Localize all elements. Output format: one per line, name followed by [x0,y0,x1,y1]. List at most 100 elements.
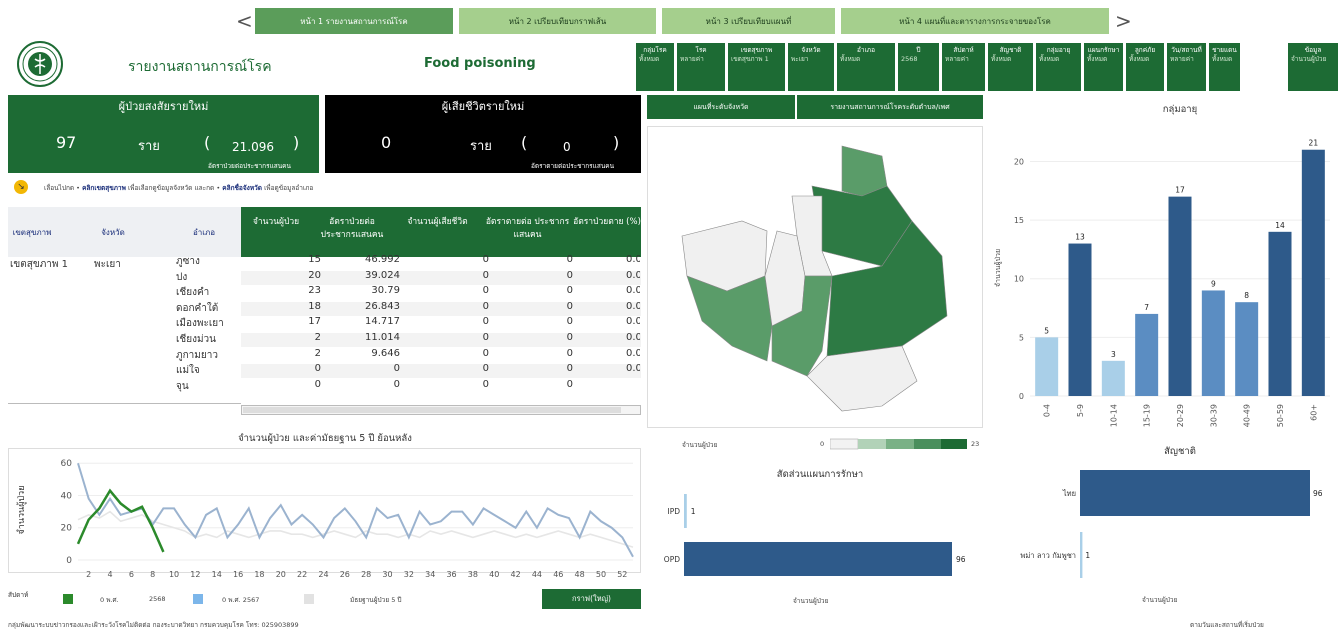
district-phukamyao[interactable] [764,230,806,327]
kpi-new-cases: ผู้ป่วยสงสัยรายใหม่ 97 ราย ( 21.096 ) อั… [8,95,319,173]
filter-7[interactable]: สัญชาติ ทั้งหมด [987,42,1034,92]
col-province[interactable]: จังหวัด [88,226,138,239]
province-map[interactable] [647,126,983,428]
cell-deaths: 0 [482,378,489,390]
filter-3[interactable]: จังหวัด พะเยา [787,42,835,92]
province-map-button[interactable]: แผนที่ระดับจังหวัด [647,95,795,119]
col-header-4[interactable]: อัตราป่วยตาย (%) [572,216,642,246]
filter-value: พะเยา [791,55,809,63]
subdistrict-report-button[interactable]: รายงานสถานการณ์โรคระดับตำบล/เพศ [797,95,983,119]
kpi-cases-open: ( [204,133,211,152]
cell-province[interactable]: พะเยา [94,257,121,272]
cell-deaths: 0 [482,332,489,343]
filter-9[interactable]: แผนกรักษา ทั้งหมด [1083,42,1124,92]
col-district[interactable]: อำเภอ [174,226,234,239]
filter-11[interactable]: วัน/สถานที่ หลายค่า [1166,42,1207,92]
col-header-1[interactable]: อัตราป่วยต่อ ประชากรแสนคน [312,216,392,246]
prev-page-button[interactable]: < [236,8,253,34]
district-name[interactable]: เชียงคำ [176,285,209,300]
hint-b: คลิกเขตสุขภาพ [82,184,126,192]
district-name[interactable]: ภูซาง [176,254,200,269]
table-scrollbar[interactable] [241,405,641,415]
district-name[interactable]: ปง [176,270,187,285]
cell-rate: 9.646 [371,347,400,359]
x-tick: 16 [233,570,243,579]
filter-5[interactable]: ปี 2568 [897,42,940,92]
legend-s1v: 2568 [149,595,166,603]
dashboard: < หน้า 1 รายงานสถานการณ์โรค หน้า 2 เปรีย… [0,0,1341,631]
filter-10[interactable]: ลูกค่ภัย ทั้งหมด [1125,42,1165,92]
y-tick: 15 [1014,216,1024,225]
filter-label: จังหวัด [801,46,821,54]
tab-page-4[interactable]: หน้า 4 แผนที่และตารางการกระจายของโรค [841,8,1109,34]
filter-label: สัปดาห์ [953,46,974,54]
district-name[interactable]: แม่ใจ [176,363,200,378]
kpi-cases-title: ผู้ป่วยสงสัยรายใหม่ [118,100,209,113]
filter-1[interactable]: โรค หลายค่า [676,42,726,92]
age-bar [1068,243,1092,396]
tab-page-2[interactable]: หน้า 2 เปรียบเทียบกราฟเส้น [459,8,656,34]
nationality-bar [1080,532,1083,578]
treatment-chart: IPD 1 OPD 96 [664,494,966,576]
series-line-2 [77,510,634,548]
nationality-xlabel: จำนวนผู้ป่วย [1142,596,1178,604]
x-tick: 32 [404,570,414,579]
district-name[interactable]: เชียงม่วน [176,332,216,347]
scrollbar-thumb[interactable] [243,407,621,413]
age-bar [1235,302,1259,396]
cell-cfr: 0.0 [626,347,640,359]
x-tick: 4 [107,570,112,579]
next-page-button[interactable]: > [1115,8,1132,34]
x-tick: 30-39 [1209,404,1218,427]
map-legend-scale [830,438,967,450]
cell-region[interactable]: เขตสุขภาพ 1 [10,257,68,272]
filter-2[interactable]: เขตสุขภาพ เขตสุขภาพ 1 [727,42,786,92]
treatment-xlabel: จำนวนผู้ป่วย [793,597,829,605]
cell-rate: 30.79 [371,285,400,297]
district-name[interactable]: ภูกามยาว [176,348,218,363]
kpi-cases-rate: 21.096 [232,140,274,154]
age-bar [1168,196,1192,396]
col-header-0[interactable]: จำนวนผู้ป่วย [241,216,311,246]
kpi-deaths-title: ผู้เสียชีวิตรายใหม่ [441,100,525,113]
district-chiangmuan[interactable] [806,345,918,412]
filter-12[interactable]: ชายแดน ทั้งหมด [1208,42,1241,92]
big-chart-button[interactable]: กราฟ(ใหญ่) [542,589,641,609]
col-header-2[interactable]: จำนวนผู้เสียชีวิต [395,216,480,246]
map-legend-min: 0 [820,440,825,448]
cell-deaths: 0 [482,347,489,359]
filter-13[interactable]: ข้อมูล จำนวนผู้ป่วย [1287,42,1339,92]
col-header-3[interactable]: อัตราตายต่อ ประชากรแสนคน [485,216,570,246]
tab-page-1[interactable]: หน้า 1 รายงานสถานการณ์โรค [255,8,453,34]
age-bar [1101,360,1125,396]
district-name[interactable]: เมืองพะเยา [176,316,224,331]
filter-label: ข้อมูล [1304,46,1322,54]
filter-0[interactable]: กลุ่มโรค ทั้งหมด [635,42,675,92]
filter-value: จำนวนผู้ป่วย [1291,55,1327,63]
district-name[interactable]: ดอกคำใต้ [176,301,218,316]
cell-drate: 0 [566,316,573,328]
col-region[interactable]: เขตสุขภาพ [8,226,56,239]
filter-6[interactable]: สัปดาห์ หลายค่า [941,42,986,92]
cell-drate: 0 [566,300,573,312]
filter-4[interactable]: อำเภอ ทั้งหมด [836,42,896,92]
tab-page-3[interactable]: หน้า 3 เปรียบเทียบแผนที่ [662,8,835,34]
legend-s3: มัธยฐานผู้ป่วย 5 ปี [350,596,402,604]
row-stripe [241,270,641,285]
bar-value-label: 21 [1309,139,1319,148]
x-tick: 50-59 [1276,404,1285,427]
cell-cases: 0 [314,363,321,375]
age-bar [1201,290,1225,396]
district-name[interactable]: จุน [176,379,189,394]
kpi-cases-unit: ราย [138,139,160,154]
filter-8[interactable]: กลุ่มอายุ ทั้งหมด [1035,42,1082,92]
x-tick: 46 [553,570,563,579]
filter-value: หลายค่า [1170,55,1194,63]
cell-cases: 18 [308,300,321,312]
y-axis-label: จำนวนผู้ป่วย [994,249,1002,287]
page-title: รายงานสถานการณ์โรค [128,59,272,75]
age-chart: 0 5 10 15 20 จำนวนผู้ป่วย 5 0-4 13 5-9 3 10-14 7 15-1… [994,139,1330,427]
x-tick: 8 [150,570,155,579]
hint-d: คลิกชื่อจังหวัด [222,184,262,192]
cell-cases: 2 [314,347,321,359]
